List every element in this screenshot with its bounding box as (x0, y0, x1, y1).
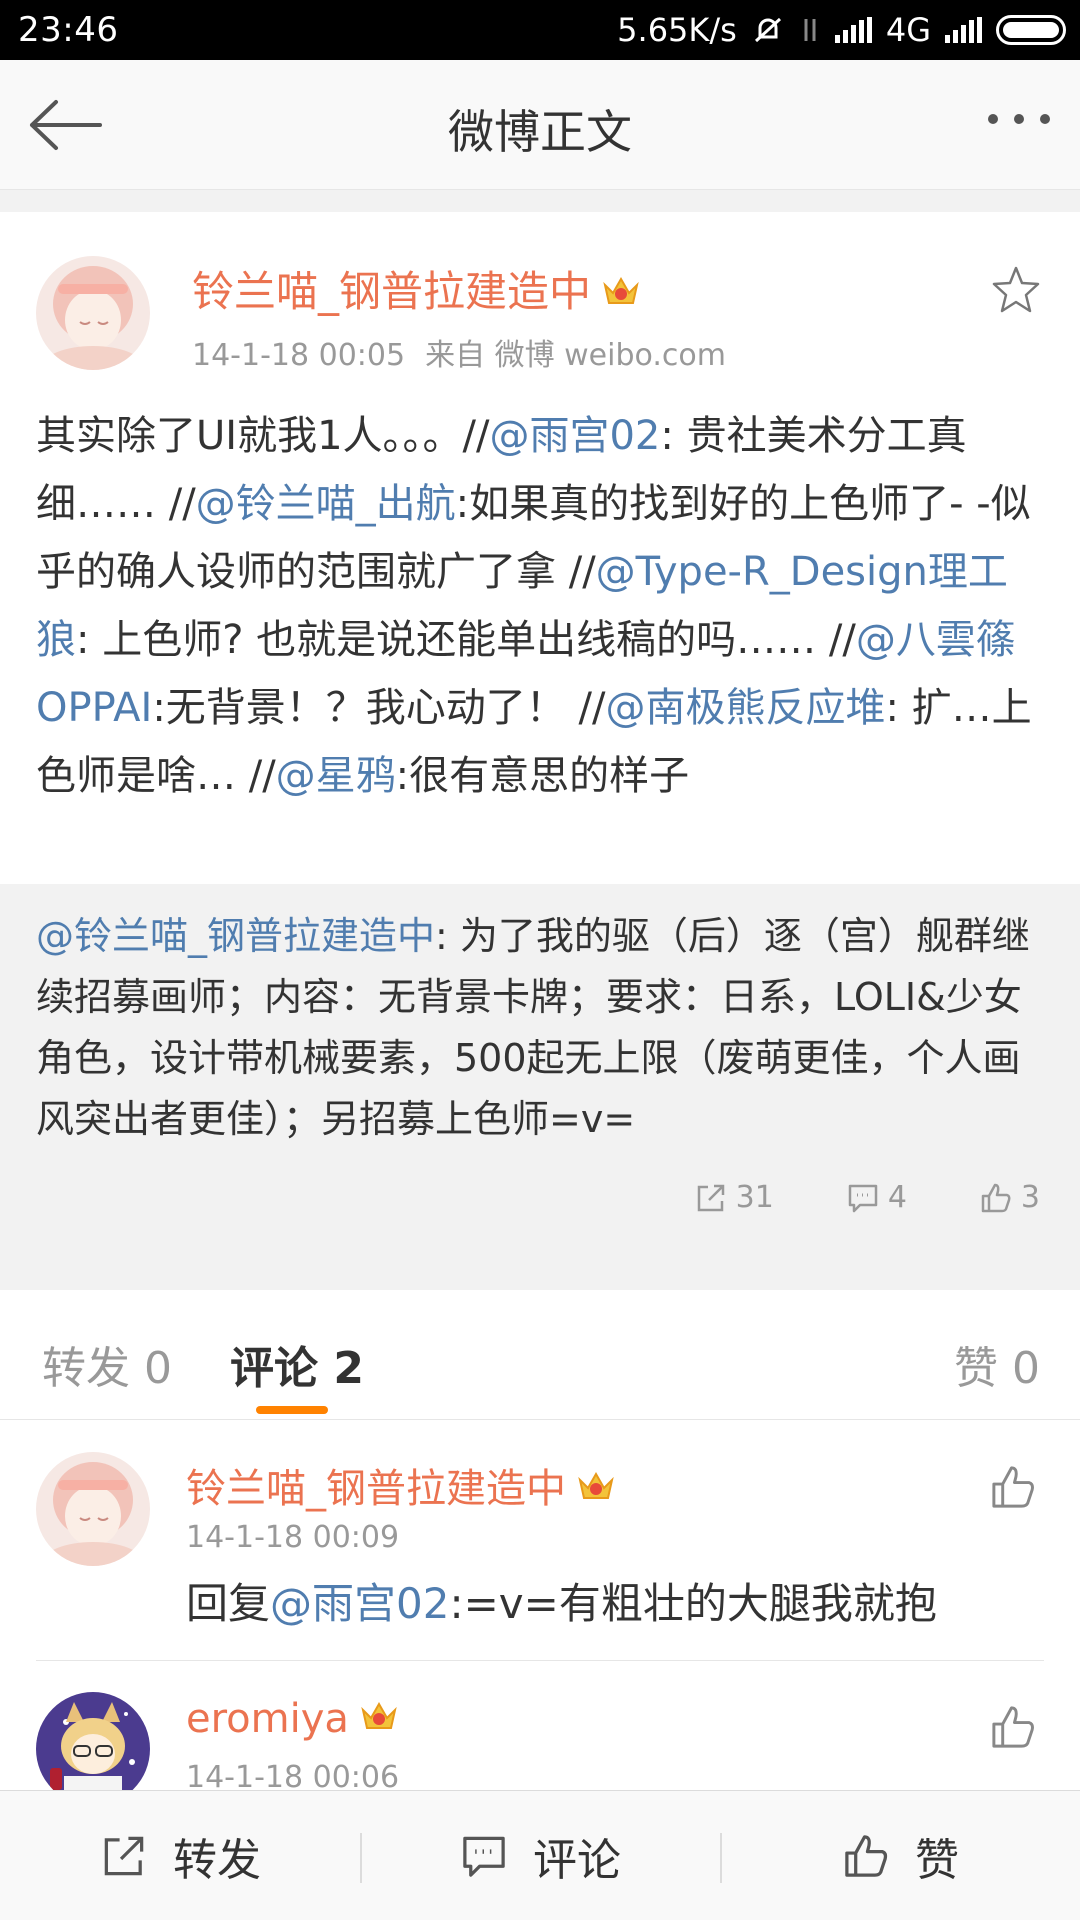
data-transfer-icon (799, 15, 821, 45)
comment-item[interactable]: 铃兰喵_钢普拉建造中 14-1-18 00:09 回复@雨宫02:=v=有粗壮的… (0, 1420, 1080, 1660)
post-mention[interactable]: @雨宫02 (489, 413, 660, 459)
network-type: 4G (885, 11, 931, 49)
post-author-name: 铃兰喵_钢普拉建造中 (192, 267, 592, 316)
post-text-segment: :无背景！？我心动了！ // (152, 685, 606, 731)
post-mention[interactable]: @南极熊反应堆 (605, 685, 885, 731)
comment-mention[interactable]: @雨宫02 (270, 1579, 449, 1628)
avatar[interactable] (36, 256, 150, 370)
avatar[interactable] (36, 1692, 150, 1790)
post-text-segment: 其实除了UI就我1人。。。// (36, 413, 490, 459)
post-text-segment: :很有意思的样子 (395, 753, 690, 799)
comment-item[interactable]: eromiya 14-1-18 00:06 (0, 1660, 1080, 1790)
bottom-action-bar: 转发 评论 赞 (0, 1790, 1080, 1920)
retweet-like-count[interactable]: 3 (979, 1180, 1040, 1215)
avatar[interactable] (36, 1452, 150, 1566)
post-time: 14-1-18 00:05 (192, 338, 406, 373)
retweet-mention[interactable]: @铃兰喵_钢普拉建造中 (36, 914, 435, 958)
crown-icon (601, 270, 641, 319)
post-meta: 14-1-18 00:05 来自 微博 weibo.com (192, 330, 746, 374)
status-right: 5.65K/s 4G (617, 8, 1066, 52)
battery-icon (996, 15, 1066, 45)
network-speed: 5.65K/s (617, 11, 737, 49)
status-time: 23:46 (18, 10, 119, 50)
repost-icon (104, 1836, 144, 1875)
comment-icon (848, 1184, 878, 1212)
post-text-segment: : 上色师? 也就是说还能单出线稿的吗…… // (76, 617, 856, 663)
post-mention[interactable]: @星鸦 (276, 753, 396, 799)
post-card: 铃兰喵_钢普拉建造中 14-1-18 00:05 来自 微博 weibo.com … (0, 212, 1080, 884)
more-icon[interactable] (988, 114, 1050, 124)
crown-icon (576, 1468, 616, 1514)
comment-like-icon[interactable] (988, 1462, 1038, 1512)
status-bar: 23:46 5.65K/s 4G (0, 0, 1080, 60)
tab-comment[interactable]: 评论 2 (230, 1332, 364, 1396)
tab-repost[interactable]: 转发 0 (42, 1332, 172, 1396)
like-icon (845, 1834, 888, 1877)
retweet-repost-count[interactable]: 31 (694, 1180, 774, 1215)
retweeted-post[interactable]: @铃兰喵_钢普拉建造中: 为了我的驱（后）逐（宫）舰群继续招募画师；内容：无背景… (0, 884, 1080, 1258)
comment-button[interactable]: 评论 (360, 1791, 720, 1920)
header: 微博正文 (0, 60, 1080, 190)
like-button[interactable]: 赞 (720, 1791, 1080, 1920)
signal-icon (834, 17, 872, 43)
comment-text: 回复@雨宫02:=v=有粗壮的大腿我就抱 (186, 1579, 937, 1628)
crown-icon (359, 1698, 399, 1744)
post-author[interactable]: 铃兰喵_钢普拉建造中 (192, 258, 641, 319)
retweet-stats: 31 4 3 (694, 1180, 1040, 1215)
post-text: 其实除了UI就我1人。。。//@雨宫02: 贵社美术分工真细…… //@铃兰喵_… (36, 402, 1046, 810)
mute-bell-icon (751, 13, 785, 47)
tab-like[interactable]: 赞 0 (954, 1332, 1040, 1396)
page-title: 微博正文 (448, 105, 632, 159)
repost-button[interactable]: 转发 (0, 1791, 360, 1920)
comment-like-icon[interactable] (988, 1702, 1038, 1752)
retweet-comment-count[interactable]: 4 (846, 1180, 907, 1215)
post-source: 来自 微博 weibo.com (425, 338, 726, 373)
signal-icon-2 (945, 17, 982, 43)
comment-time: 14-1-18 00:06 (186, 1760, 400, 1790)
star-icon[interactable] (990, 264, 1042, 316)
comment-author[interactable]: eromiya (186, 1696, 399, 1744)
comment-author[interactable]: 铃兰喵_钢普拉建造中 (186, 1456, 616, 1514)
comment-list: 铃兰喵_钢普拉建造中 14-1-18 00:09 回复@雨宫02:=v=有粗壮的… (0, 1420, 1080, 1790)
retweet-text: @铃兰喵_钢普拉建造中: 为了我的驱（后）逐（宫）舰群继续招募画师；内容：无背景… (36, 906, 1046, 1150)
tab-active-indicator (256, 1406, 328, 1414)
comment-time: 14-1-18 00:09 (186, 1520, 400, 1555)
tab-bar: 转发 0 评论 2 赞 0 (0, 1290, 1080, 1420)
post-mention[interactable]: @铃兰喵_出航 (196, 481, 456, 527)
like-icon (981, 1183, 1011, 1212)
comment-icon (463, 1836, 505, 1877)
repost-icon (697, 1184, 724, 1211)
